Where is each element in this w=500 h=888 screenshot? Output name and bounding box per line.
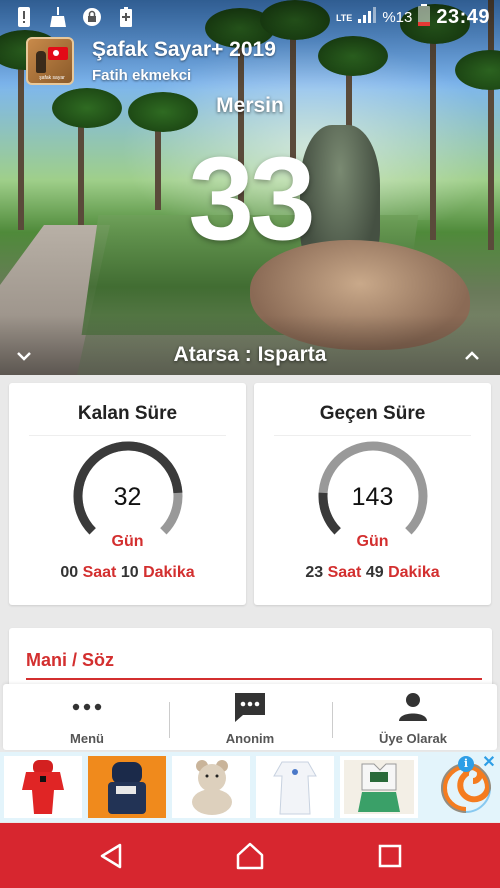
network-type: LTE xyxy=(335,12,353,23)
elapsed-days-unit: Gün xyxy=(356,533,389,550)
logo-text: şafak sayar xyxy=(39,75,65,81)
bottom-app-nav: Menü Anonim Üye Olarak xyxy=(3,684,497,750)
battery-plus-icon xyxy=(116,6,136,28)
ad-item-baby-dark-set[interactable] xyxy=(88,756,166,818)
remaining-title: Kalan Süre xyxy=(77,403,178,424)
route-label: Atarsa : Isparta xyxy=(173,343,327,366)
alert-icon xyxy=(14,6,34,28)
more-dots-icon xyxy=(7,690,167,724)
elapsed-hours-minutes: 23 Saat 49 Dakika xyxy=(254,564,491,582)
elapsed-minutes: 49 xyxy=(365,564,384,581)
mani-divider xyxy=(26,678,482,680)
system-nav-bar xyxy=(0,823,500,888)
app-logo[interactable]: şafak sayar xyxy=(26,37,74,85)
elapsed-minutes-label: Dakika xyxy=(388,564,440,581)
back-icon[interactable] xyxy=(96,841,126,871)
clock: 23:49 xyxy=(436,6,490,28)
signal-icon xyxy=(358,7,377,28)
remaining-minutes: 10 xyxy=(120,564,139,581)
home-icon[interactable] xyxy=(235,841,265,871)
elapsed-time-card: Geçen Süre 143 Gün 23 Saat 49 Dakika xyxy=(254,383,491,605)
remaining-time-card: Kalan Süre 32 Gün 00 Saat 10 Dakika xyxy=(9,383,246,605)
nav-member-label: Üye Olarak xyxy=(379,731,447,746)
ad-close-icon[interactable]: ✕ xyxy=(480,754,498,772)
recents-icon[interactable] xyxy=(375,841,405,871)
ad-item-baby-red-outfit[interactable] xyxy=(4,756,82,818)
nav-menu-label: Menü xyxy=(70,731,104,746)
ad-info-icon[interactable]: i xyxy=(458,756,474,772)
ad-item-baby-white-romper[interactable] xyxy=(256,756,334,818)
elapsed-hours: 23 xyxy=(305,564,324,581)
chevron-up-icon[interactable] xyxy=(464,349,484,365)
ad-banner[interactable] xyxy=(0,752,500,822)
turkish-flag-icon xyxy=(48,47,68,60)
nav-member[interactable]: Üye Olarak xyxy=(333,684,493,750)
elapsed-hours-label: Saat xyxy=(327,564,362,581)
lock-icon xyxy=(82,6,102,28)
soldier-icon xyxy=(36,51,46,73)
city-name: Mersin xyxy=(216,94,284,117)
remaining-days-unit: Gün xyxy=(111,533,144,550)
elapsed-days-value: 143 xyxy=(351,483,394,511)
ad-item-teddy-toy[interactable] xyxy=(172,756,250,818)
chevron-down-icon[interactable] xyxy=(16,349,36,365)
chat-bubble-icon xyxy=(170,690,330,724)
nav-menu[interactable]: Menü xyxy=(7,684,167,750)
remaining-hours-minutes: 00 Saat 10 Dakika xyxy=(9,564,246,582)
status-bar: LTE %13 23:49 xyxy=(0,0,500,34)
nav-anonim-label: Anonim xyxy=(225,731,275,746)
mani-title: Mani / Söz xyxy=(26,650,115,670)
elapsed-title: Geçen Süre xyxy=(319,403,426,424)
remaining-hours: 00 xyxy=(60,564,79,581)
battery-icon xyxy=(418,4,431,31)
plate-number: 33 xyxy=(188,133,315,265)
app-title: Şafak Sayar+ 2019 xyxy=(92,38,276,61)
ad-item-baby-tank-set[interactable] xyxy=(340,756,418,818)
nav-anonim[interactable]: Anonim xyxy=(170,684,330,750)
remaining-days-value: 32 xyxy=(113,483,142,511)
battery-percent: %13 xyxy=(382,9,413,26)
remaining-minutes-label: Dakika xyxy=(143,564,195,581)
cleaner-icon xyxy=(48,6,68,28)
user-name: Fatih ekmekci xyxy=(92,67,192,84)
person-icon xyxy=(333,690,493,724)
remaining-hours-label: Saat xyxy=(82,564,117,581)
